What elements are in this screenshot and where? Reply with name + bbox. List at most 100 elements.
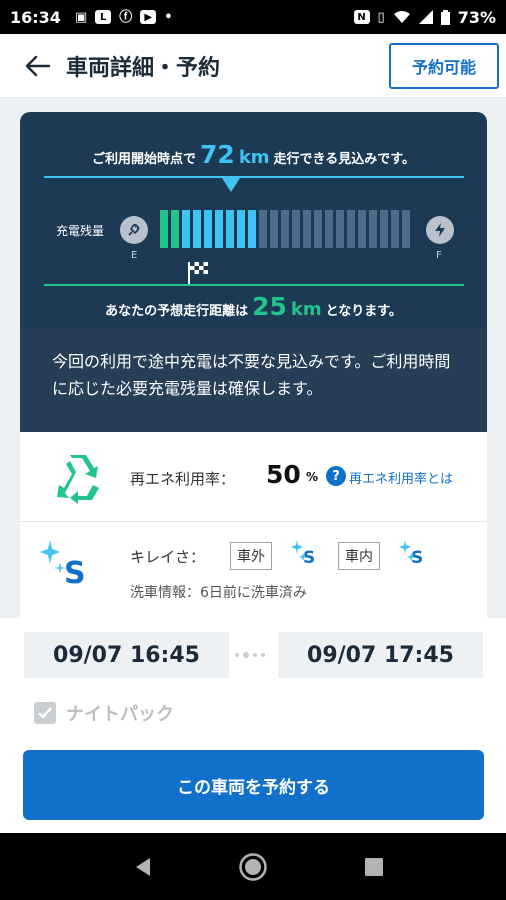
battery-segment <box>193 210 201 248</box>
battery-segment <box>259 210 267 248</box>
line-icon: L <box>95 10 112 24</box>
battery-segment <box>215 210 223 248</box>
range-estimate: ご利用開始時点で 72 km 走行できる見込みです。 <box>20 140 487 169</box>
check-icon <box>38 707 52 719</box>
battery-gauge <box>160 210 410 248</box>
full-label: F <box>436 250 442 261</box>
interior-grade-badge: S <box>398 540 430 570</box>
charge-bolt-icon <box>426 216 454 244</box>
battery-segment <box>270 210 278 248</box>
battery-segment <box>171 210 179 248</box>
nfc-icon: N <box>353 10 370 24</box>
battery-segment <box>303 210 311 248</box>
checkered-flag-icon <box>188 262 208 284</box>
end-datetime-field[interactable]: 09/07 17:45 <box>278 632 483 678</box>
battery-segment <box>204 210 212 248</box>
circle-home-icon <box>239 853 267 881</box>
battery-segment <box>292 210 300 248</box>
battery-segment <box>391 210 399 248</box>
nav-home-button[interactable] <box>236 850 270 884</box>
battery-segment <box>325 210 333 248</box>
range-unit: km <box>238 147 270 168</box>
pred-suffix: となります。 <box>325 304 402 319</box>
square-recents-icon <box>365 858 383 876</box>
nav-back-button[interactable] <box>126 850 160 884</box>
status-time: 16:34 <box>10 7 61 27</box>
image-icon: ▣ <box>74 9 88 25</box>
booking-panel: 09/07 16:45 09/07 17:45 ナイトパック この車両を予約する <box>0 618 506 833</box>
vehicle-detail-scroll[interactable]: ご利用開始時点で 72 km 走行できる見込みです。 充電残量 E F あなたの… <box>0 98 506 618</box>
battery-segment <box>380 210 388 248</box>
pred-prefix: あなたの予想走行距離は <box>105 304 249 319</box>
renewable-rate-value: 50 <box>266 460 301 489</box>
wifi-icon <box>393 11 410 23</box>
exterior-tag: 車外 <box>230 542 272 570</box>
nightpack-label: ナイトパック <box>66 704 174 725</box>
battery-segment <box>347 210 355 248</box>
navigation-bar <box>0 833 506 900</box>
charge-message: 今回の利用で途中充電は不要な見込みです。ご利用時間に応じた必要充電残量は確保しま… <box>20 328 487 432</box>
system-icons: N ▯ 73% <box>353 7 496 27</box>
range-suffix: 走行できる見込みです。 <box>273 152 415 167</box>
empty-label: E <box>131 250 138 261</box>
nightpack-checkbox[interactable] <box>34 702 56 724</box>
battery-icon <box>440 9 450 25</box>
facebook-icon: ⓕ <box>119 9 133 25</box>
battery-segment <box>369 210 377 248</box>
nav-recents-button[interactable] <box>357 850 391 884</box>
back-button[interactable] <box>14 42 62 90</box>
start-datetime-field[interactable]: 09/07 16:45 <box>24 632 229 678</box>
reserve-button[interactable]: この車両を予約する <box>23 750 484 820</box>
range-prefix: ご利用開始時点で <box>92 152 197 167</box>
renewable-rate-unit: % <box>306 470 319 484</box>
notification-icons: ▣ L ⓕ ▶ • <box>75 10 173 24</box>
battery-segment <box>358 210 366 248</box>
status-bar: 16:34 ▣ L ⓕ ▶ • N ▯ 73% <box>0 0 506 34</box>
exterior-grade-badge: S <box>290 540 322 570</box>
pred-unit: km <box>290 299 322 320</box>
range-line <box>44 176 464 178</box>
interior-tag: 車内 <box>338 542 380 570</box>
plug-icon <box>120 216 148 244</box>
battery-segment <box>336 210 344 248</box>
availability-button[interactable]: 予約可能 <box>389 43 499 89</box>
range-pointer <box>222 178 240 192</box>
pred-value: 25 <box>252 292 287 321</box>
cleanliness-overall: S <box>38 540 98 596</box>
cleanliness-label: キレイさ： <box>130 548 206 566</box>
cleanliness-row: S キレイさ： 車外 S 車内 S 洗車情報：6日前に洗車済み <box>20 522 487 618</box>
battery-segment <box>237 210 245 248</box>
dot-icon: • <box>164 9 173 25</box>
battery-segment <box>402 210 410 248</box>
page-title: 車両詳細・予約 <box>66 55 221 81</box>
triangle-back-icon <box>136 858 150 876</box>
renewable-energy-row: 再エネ利用率： 50 % ? 再エネ利用率とは <box>20 432 487 522</box>
vibrate-icon: ▯ <box>377 9 385 25</box>
arrow-left-icon <box>25 55 51 76</box>
battery-segment <box>248 210 256 248</box>
recycle-icon <box>57 455 99 504</box>
battery-label: 充電残量 <box>56 224 105 238</box>
predicted-distance: あなたの予想走行距離は 25 km となります。 <box>20 292 487 321</box>
signal-icon <box>418 10 433 24</box>
exterior-grade: S <box>303 548 316 568</box>
cleanliness-overall-grade: S <box>64 556 86 591</box>
battery-percent: 73% <box>457 7 496 27</box>
nightpack-option[interactable]: ナイトパック <box>34 700 174 726</box>
interior-grade: S <box>411 548 424 568</box>
range-value: 72 <box>200 140 235 169</box>
renewable-rate-help-link[interactable]: 再エネ利用率とは <box>349 468 453 487</box>
battery-segment <box>160 210 168 248</box>
help-icon[interactable]: ? <box>326 466 346 486</box>
vehicle-card: ご利用開始時点で 72 km 走行できる見込みです。 充電残量 E F あなたの… <box>20 112 487 618</box>
battery-segment <box>314 210 322 248</box>
battery-segment <box>182 210 190 248</box>
app-bar: 車両詳細・予約 予約可能 <box>0 34 506 98</box>
range-panel: ご利用開始時点で 72 km 走行できる見込みです。 充電残量 E F あなたの… <box>20 112 487 328</box>
wash-info: 洗車情報：6日前に洗車済み <box>130 585 307 601</box>
battery-segment <box>226 210 234 248</box>
predicted-line <box>44 284 464 286</box>
battery-segment <box>281 210 289 248</box>
youtube-icon: ▶ <box>140 10 157 24</box>
range-dots <box>235 652 265 658</box>
